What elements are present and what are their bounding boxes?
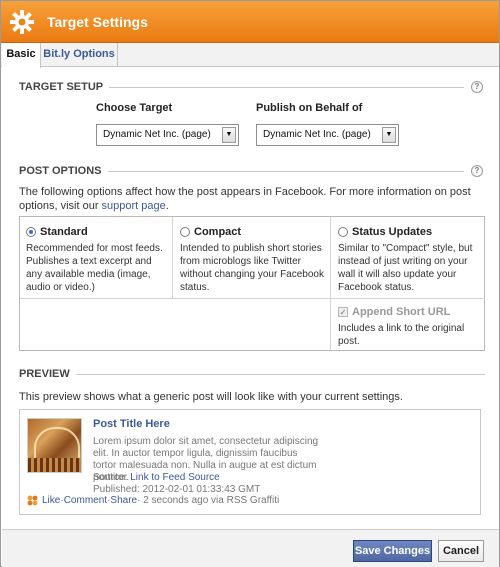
column-divider [172,217,173,298]
post-options-heading: POST OPTIONS [19,165,108,177]
dropdown-arrow-icon[interactable]: ▼ [222,127,236,143]
option-standard[interactable]: Standard Recommended for most feeds. Pub… [26,226,168,294]
post-title[interactable]: Post Title Here [93,418,170,430]
target-settings-dialog: Target Settings Basic Bit.ly Options TAR… [0,0,500,567]
option-label: Compact [194,226,242,238]
like-link[interactable]: Like [42,495,60,506]
option-status-updates[interactable]: Status Updates Similar to "Compact" styl… [338,226,482,294]
save-changes-button[interactable]: Save Changes [353,540,432,562]
dialog-footer: Save Changes Cancel [2,529,499,567]
help-icon[interactable]: ? [471,81,483,93]
preview-heading: PREVIEW [19,368,76,380]
post-thumbnail [27,418,82,473]
post-actions: Like · Comment · Share · 2 seconds ago v… [27,495,279,506]
post-meta-text: · 2 seconds ago via RSS Graffiti [137,495,280,506]
source-label: Source: [93,472,131,483]
feed-source-link[interactable]: Link to Feed Source [130,472,220,483]
tab-bitly-options[interactable]: Bit.ly Options [41,43,118,67]
post-source: Source: Link to Feed Source [93,472,220,484]
column-divider [330,217,331,351]
publish-behalf-label: Publish on Behalf of [256,102,363,114]
cancel-button[interactable]: Cancel [438,540,484,562]
choose-target-value: Dynamic Net Inc. (page) [103,129,211,140]
radio-compact[interactable] [180,227,190,237]
support-page-link[interactable]: support page [102,200,166,212]
target-setup-heading: TARGET SETUP [19,81,110,93]
comment-link[interactable]: Comment [64,495,107,506]
choose-target-label: Choose Target [96,102,173,114]
intro-end: . [165,200,169,212]
post-preview: Post Title Here Lorem ipsum dolor sit am… [19,409,481,515]
preview-intro: This preview shows what a generic post w… [19,391,403,403]
option-label: Standard [40,226,88,238]
tab-basic[interactable]: Basic [2,43,41,68]
option-description: Similar to "Compact" style, but instead … [338,243,473,293]
intro-text: The following options affect how the pos… [19,186,471,212]
option-label: Append Short URL [352,306,451,318]
help-icon[interactable]: ? [471,165,483,177]
publish-behalf-select[interactable]: Dynamic Net Inc. (page) ▼ [256,124,399,146]
option-description: Includes a link to the original post. [338,323,465,347]
post-options-intro: The following options affect how the pos… [19,185,481,213]
radio-standard[interactable] [26,227,36,237]
publish-behalf-value: Dynamic Net Inc. (page) [263,129,371,140]
share-link[interactable]: Share [110,495,137,506]
tab-bar: Basic Bit.ly Options [1,43,499,68]
option-label: Status Updates [352,226,433,238]
settings-panel: TARGET SETUP ? Choose Target Dynamic Net… [8,68,494,528]
option-compact[interactable]: Compact Intended to publish short storie… [180,226,325,294]
section-divider [19,374,485,375]
rss-graffiti-icon [27,495,38,506]
dialog-title: Target Settings [47,13,148,30]
gear-icon [9,9,35,35]
dropdown-arrow-icon[interactable]: ▼ [382,127,396,143]
title-bar: Target Settings [1,1,499,43]
radio-status-updates[interactable] [338,227,348,237]
append-short-url-checkbox[interactable]: ✓ [338,307,348,317]
choose-target-select[interactable]: Dynamic Net Inc. (page) ▼ [96,124,239,146]
post-options-grid: Standard Recommended for most feeds. Pub… [19,216,485,351]
row-divider [20,298,485,299]
option-description: Recommended for most feeds. Publishes a … [26,243,163,293]
append-short-url-option[interactable]: ✓ Append Short URL Includes a link to the… [338,306,482,348]
option-description: Intended to publish short stories from m… [180,243,324,293]
